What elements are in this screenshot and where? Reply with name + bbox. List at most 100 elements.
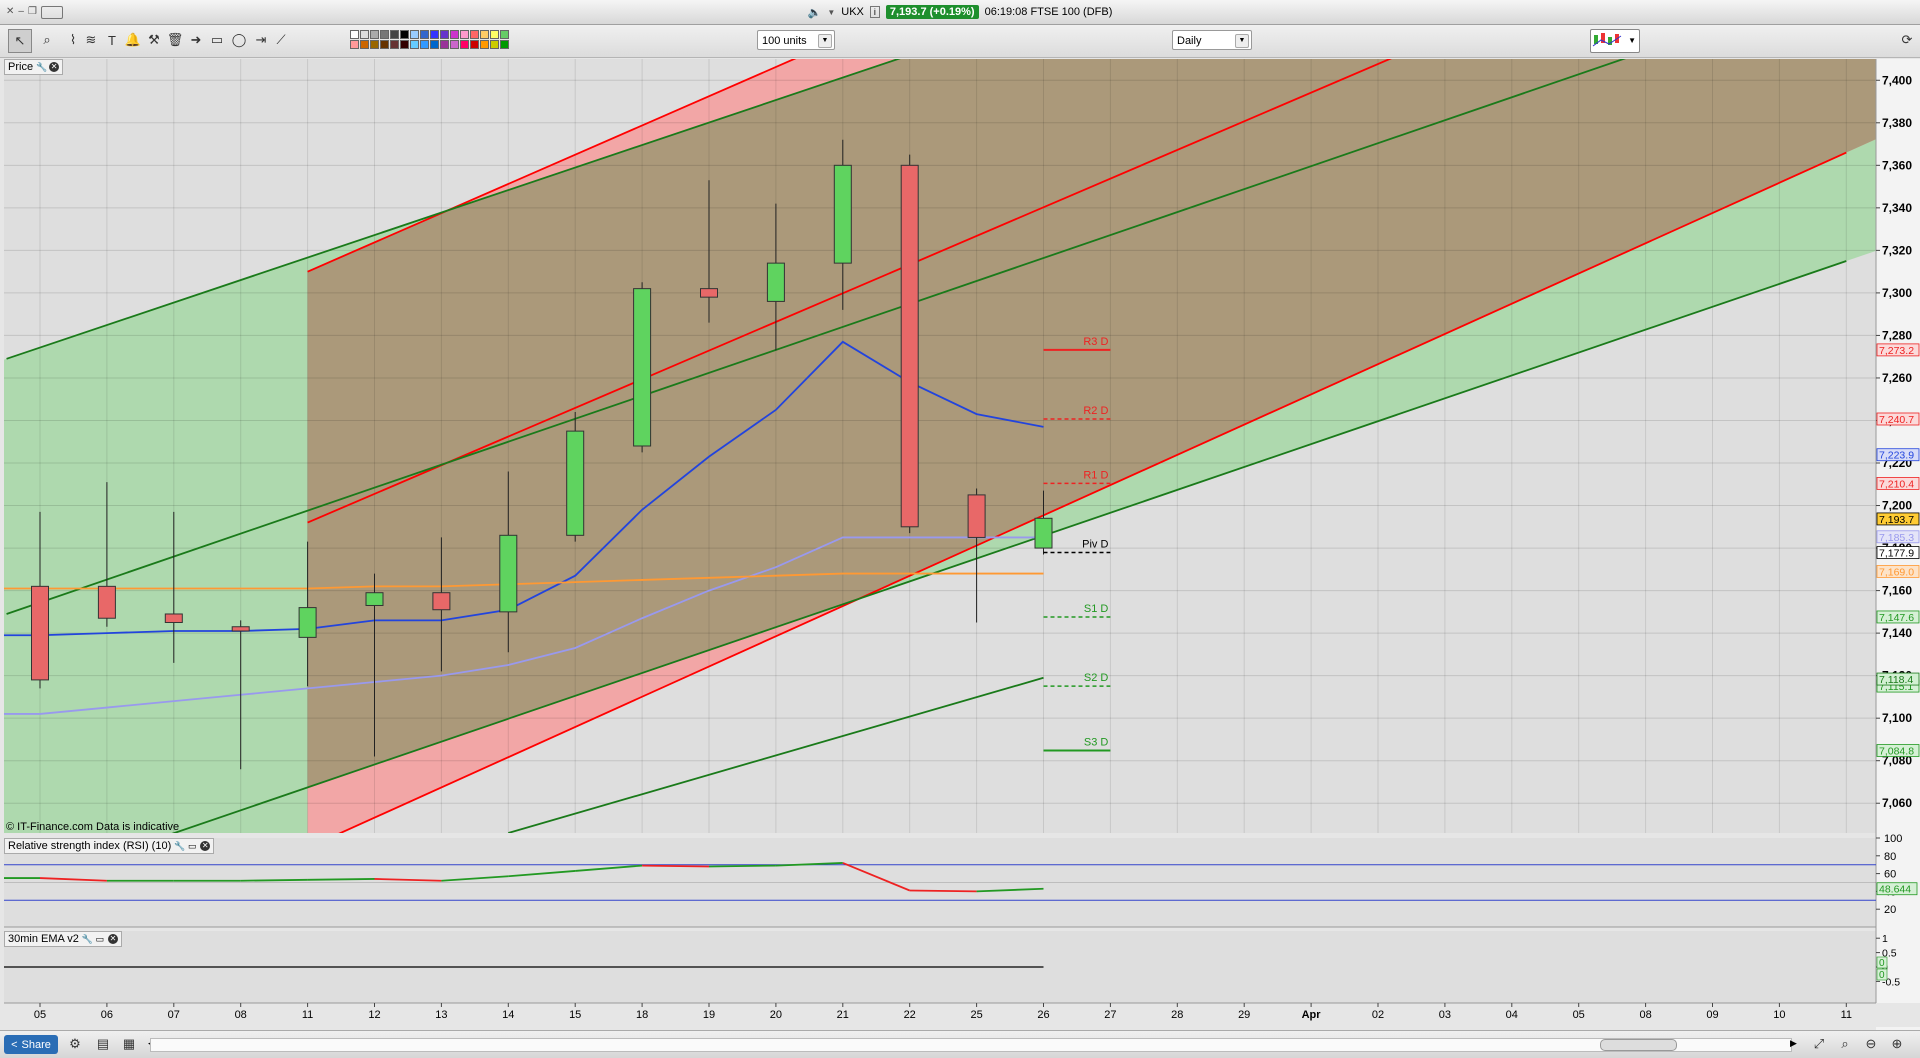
color-palette[interactable] <box>350 30 509 49</box>
info-icon[interactable]: i <box>869 6 880 18</box>
pivot-axis-badge: 7,084.8 <box>1879 745 1914 757</box>
symbol-name: UKX <box>841 6 864 18</box>
scrollbar-thumb[interactable] <box>1600 1039 1677 1051</box>
color-swatch[interactable] <box>440 30 449 39</box>
color-swatch[interactable] <box>380 40 389 49</box>
color-swatch[interactable] <box>350 30 359 39</box>
sound-icon[interactable]: 🔈 <box>808 6 822 19</box>
color-swatch[interactable] <box>410 30 419 39</box>
color-swatch[interactable] <box>390 30 399 39</box>
ema-zero-badge: 0 <box>1879 970 1885 981</box>
trash-icon[interactable]: 🗑 <box>164 29 186 51</box>
chevron-down-icon: ▼ <box>1628 36 1636 45</box>
color-swatch[interactable] <box>370 30 379 39</box>
color-swatch[interactable] <box>490 40 499 49</box>
color-swatch[interactable] <box>450 30 459 39</box>
price-axis-label: 7,360 <box>1882 158 1912 172</box>
price-axis-label: 7,320 <box>1882 243 1912 257</box>
fit-chart-icon[interactable]: ⤢ <box>1808 1033 1830 1055</box>
close-icon[interactable]: ✕ <box>107 934 118 944</box>
sync-icon[interactable]: ⟳ <box>1896 29 1918 51</box>
color-swatch[interactable] <box>400 30 409 39</box>
candle-body <box>700 288 718 298</box>
color-swatch[interactable] <box>490 30 499 39</box>
time-axis-label: 02 <box>1372 1009 1384 1021</box>
chart-area[interactable]: R3 DR2 DR1 DPiv DS1 DS2 DS3 D7,0607,0807… <box>0 58 1920 1030</box>
zoom-reset-icon[interactable]: ⌕ <box>1834 1033 1856 1055</box>
color-swatch[interactable] <box>350 40 359 49</box>
color-swatch[interactable] <box>450 40 459 49</box>
arrow-tool-icon[interactable]: ➜ <box>185 29 207 51</box>
color-swatch[interactable] <box>420 40 429 49</box>
interval-select-value: Daily <box>1177 35 1202 47</box>
color-swatch[interactable] <box>480 30 489 39</box>
pivot-label: S3 D <box>1084 736 1109 748</box>
time-axis-label: 27 <box>1104 1009 1116 1021</box>
rectangle-tool-icon[interactable]: ▭ <box>206 29 228 51</box>
candle-body <box>97 585 116 619</box>
wrench-icon[interactable]: 🔧 <box>82 934 93 944</box>
trend-line-tool-icon[interactable]: ⟋ <box>270 29 292 51</box>
chevron-down-icon: ▼ <box>818 34 832 48</box>
color-swatch[interactable] <box>500 30 509 39</box>
color-swatch[interactable] <box>500 40 509 49</box>
color-swatch[interactable] <box>470 30 479 39</box>
layout-icon[interactable]: ⚙ <box>64 1033 86 1055</box>
close-icon[interactable]: ✕ <box>49 62 60 72</box>
color-swatch[interactable] <box>380 30 389 39</box>
candle-body <box>833 164 852 264</box>
time-axis-label: 05 <box>1573 1009 1585 1021</box>
close-icon[interactable]: ✕ <box>200 841 211 851</box>
color-swatch[interactable] <box>370 40 379 49</box>
color-swatch[interactable] <box>410 40 419 49</box>
pivot-axis-badge: 7,273.2 <box>1879 345 1914 357</box>
time-axis-label: 29 <box>1238 1009 1250 1021</box>
horizontal-line-tool-icon[interactable]: ⇥ <box>250 29 272 51</box>
wrench-icon[interactable]: 🔧 <box>36 62 47 72</box>
color-swatch[interactable] <box>440 40 449 49</box>
color-swatch[interactable] <box>460 40 469 49</box>
chart-type-button[interactable]: ▼ <box>1590 29 1640 53</box>
text-tool-icon[interactable]: T <box>101 29 123 51</box>
color-swatch[interactable] <box>430 30 439 39</box>
pattern-tool-icon[interactable]: ⚒ <box>143 29 165 51</box>
color-swatch[interactable] <box>360 30 369 39</box>
rsi-line-segment <box>307 878 375 881</box>
window-icon[interactable]: ▭ <box>187 841 197 851</box>
color-swatch[interactable] <box>480 40 489 49</box>
horizontal-scrollbar[interactable] <box>150 1038 1792 1052</box>
window-icon[interactable]: ▭ <box>95 934 105 944</box>
color-swatch[interactable] <box>420 30 429 39</box>
wrench-icon[interactable]: 🔧 <box>174 841 185 851</box>
axis-value-badge: 7,223.9 <box>1879 450 1914 462</box>
color-swatch[interactable] <box>430 40 439 49</box>
ellipse-tool-icon[interactable]: ◯ <box>228 29 250 51</box>
units-select[interactable]: 100 units ▼ <box>757 30 835 50</box>
color-swatch[interactable] <box>390 40 399 49</box>
dropdown-icon[interactable]: ▼ <box>827 8 835 17</box>
candle-body <box>231 626 250 632</box>
color-swatch[interactable] <box>400 40 409 49</box>
axis-value-badge: 7,185.3 <box>1879 532 1914 544</box>
color-swatch[interactable] <box>470 40 479 49</box>
zoom-out-icon[interactable]: ⊖ <box>1860 1033 1882 1055</box>
rsi-panel-title: Relative strength index (RSI) (10) <box>8 840 172 852</box>
time-axis-label: 18 <box>636 1009 648 1021</box>
candle-body <box>298 607 317 638</box>
pointer-tool-icon[interactable]: ↖ <box>8 29 32 53</box>
interval-select[interactable]: Daily ▼ <box>1172 30 1252 50</box>
print-icon[interactable]: ▤ <box>92 1033 114 1055</box>
share-button[interactable]: < Share <box>4 1035 58 1054</box>
axis-value-badge: 7,118.4 <box>1879 674 1913 686</box>
scroll-right-icon[interactable]: ▶ <box>1790 1038 1797 1049</box>
candle-body <box>164 613 183 623</box>
chevron-down-icon: ▼ <box>1235 34 1249 48</box>
alert-bell-icon[interactable]: 🔔 <box>122 29 144 51</box>
zoom-tool-icon[interactable]: ⌕ <box>36 29 58 51</box>
export-icon[interactable]: ▦ <box>118 1033 140 1055</box>
raff-channel-tool-icon[interactable]: ≋ <box>80 29 102 51</box>
zoom-in-icon[interactable]: ⊕ <box>1886 1033 1908 1055</box>
color-swatch[interactable] <box>460 30 469 39</box>
color-swatch[interactable] <box>360 40 369 49</box>
price-axis-label: 7,100 <box>1882 711 1912 725</box>
